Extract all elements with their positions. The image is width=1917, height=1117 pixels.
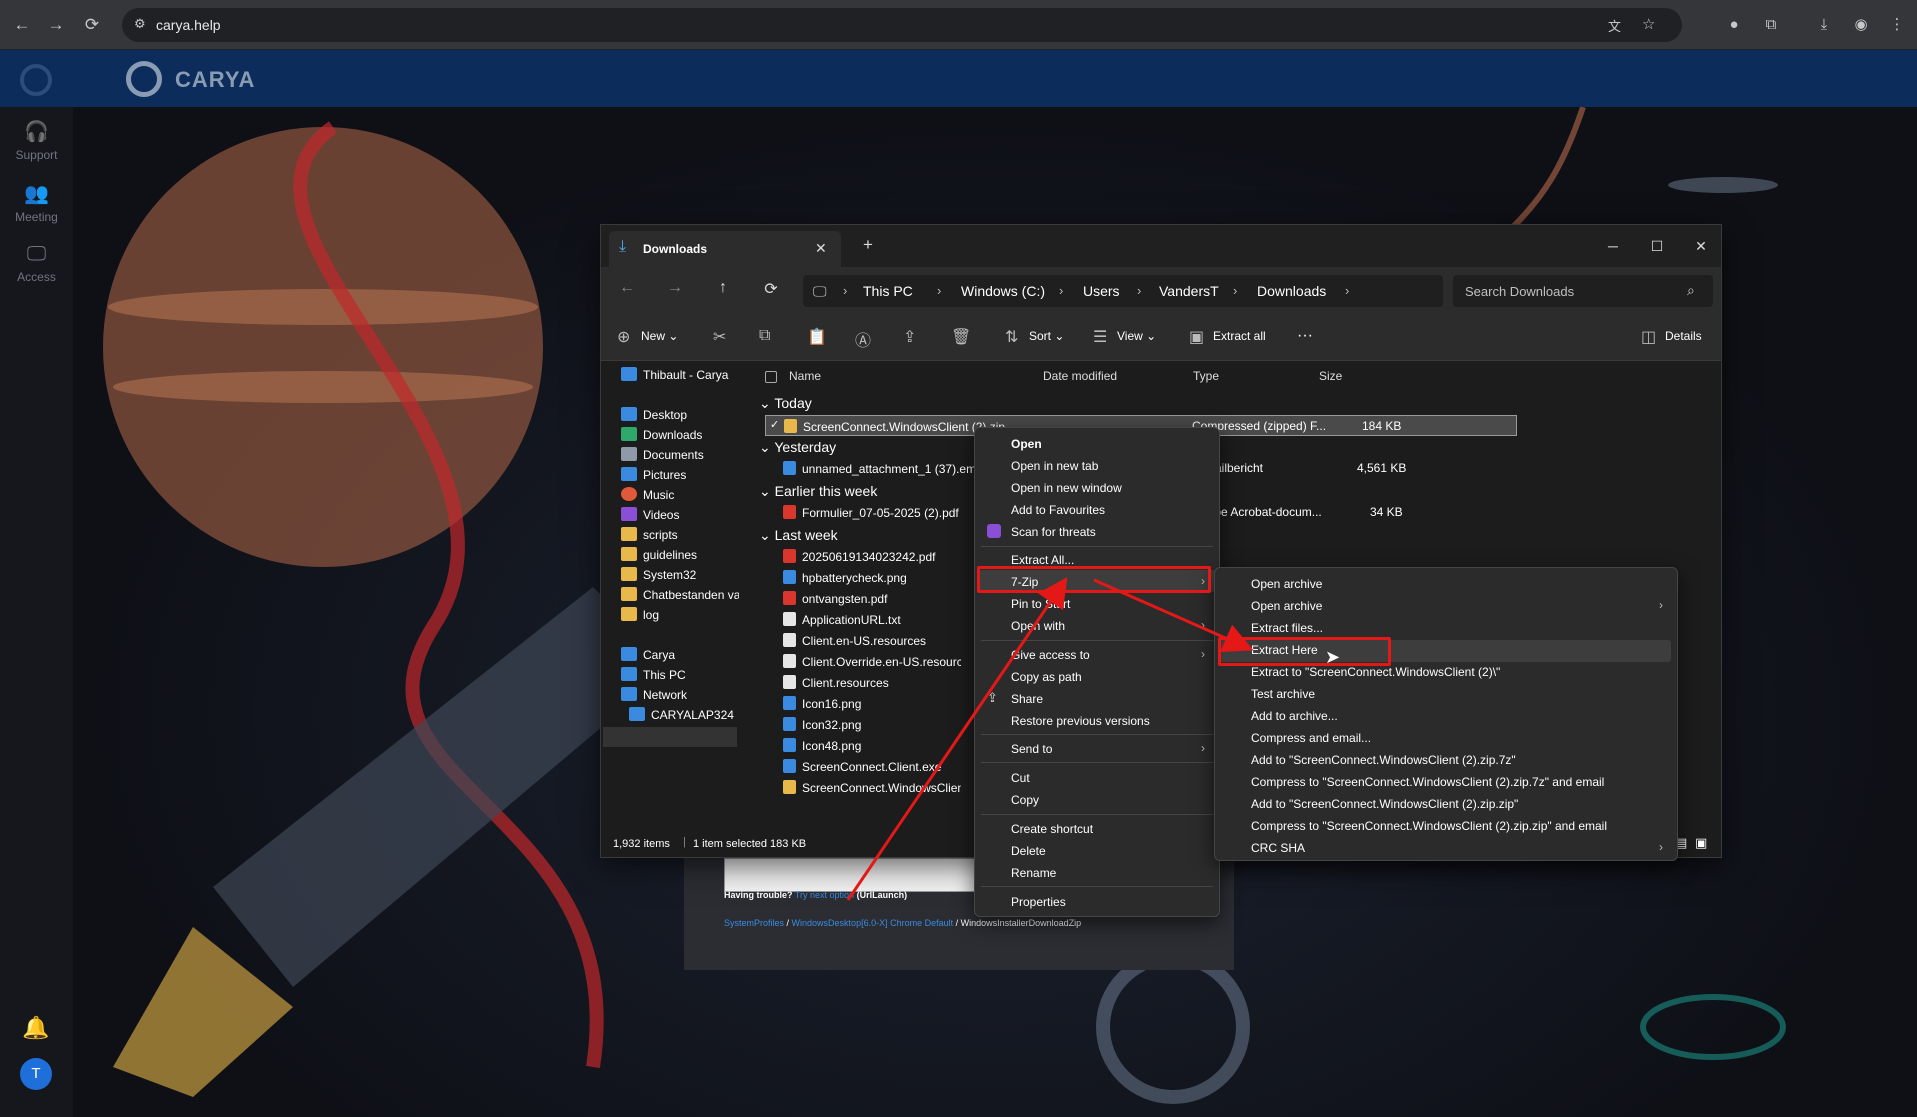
mouse-cursor-icon: ➤ xyxy=(1325,647,1341,667)
annotation-arrows xyxy=(846,577,1254,901)
